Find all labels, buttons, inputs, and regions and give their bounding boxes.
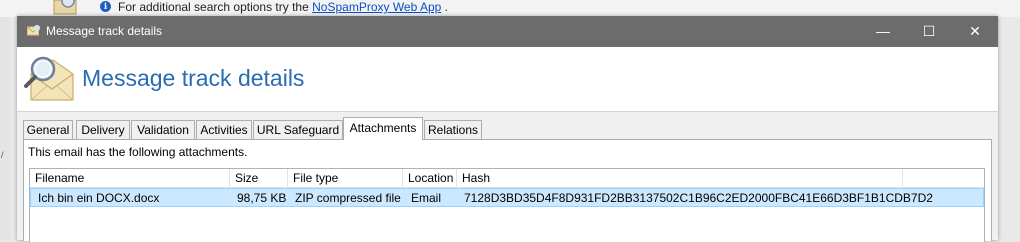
column-file-type[interactable]: File type — [288, 169, 403, 187]
cell-filename: Ich bin ein DOCX.docx — [38, 191, 160, 205]
table-row[interactable]: Ich bin ein DOCX.docx 98,75 KB ZIP compr… — [30, 188, 984, 207]
message-track-details-dialog: Message track details — ☐ ✕ Message trac… — [17, 16, 998, 242]
maximize-button[interactable]: ☐ — [906, 16, 952, 47]
background-window-edge: / — [0, 17, 10, 240]
cell-size: 98,75 KB — [237, 191, 287, 205]
attachments-table: Filename Size File type Location Hash Ic… — [29, 168, 985, 242]
cell-file-type: ZIP compressed file — [295, 191, 401, 205]
page-title: Message track details — [82, 65, 305, 91]
tab-attachments[interactable]: Attachments — [343, 117, 423, 140]
minimize-button[interactable]: — — [860, 16, 906, 47]
table-header: Filename Size File type Location Hash — [30, 169, 984, 188]
info-message: For additional search options try the No… — [118, 0, 448, 14]
envelope-magnifier-icon — [24, 56, 74, 101]
attachments-description: This email has the following attachments… — [28, 145, 248, 159]
dialog-header: Message track details — [17, 47, 998, 112]
column-size[interactable]: Size — [230, 169, 288, 187]
attachments-panel: This email has the following attachments… — [23, 139, 992, 242]
tab-validation[interactable]: Validation — [131, 120, 195, 139]
dialog-body: General Delivery Validation Activities U… — [17, 112, 998, 242]
tab-relations[interactable]: Relations — [424, 120, 482, 139]
info-icon: i — [100, 1, 111, 12]
column-hash[interactable]: Hash — [457, 169, 903, 187]
tab-delivery[interactable]: Delivery — [76, 120, 130, 139]
cell-location: Email — [411, 191, 442, 205]
background-mark: / — [1, 150, 4, 160]
close-button[interactable]: ✕ — [952, 16, 998, 47]
info-suffix: . — [441, 0, 448, 14]
tab-general[interactable]: General — [23, 120, 73, 139]
column-location[interactable]: Location — [403, 169, 457, 187]
window-title: Message track details — [46, 24, 163, 38]
web-app-link[interactable]: NoSpamProxy Web App — [312, 0, 441, 14]
column-filename[interactable]: Filename — [30, 169, 230, 187]
background-envelope-icon — [53, 0, 77, 15]
tab-activities[interactable]: Activities — [196, 120, 252, 139]
tab-url-safeguard[interactable]: URL Safeguard — [253, 120, 343, 139]
envelope-icon — [27, 25, 40, 36]
cell-hash: 7128D3BD35D4F8D931FD2BB3137502C1B96C2ED2… — [464, 191, 933, 205]
info-text: For additional search options try the — [118, 0, 309, 14]
title-bar[interactable]: Message track details — ☐ ✕ — [17, 16, 998, 47]
